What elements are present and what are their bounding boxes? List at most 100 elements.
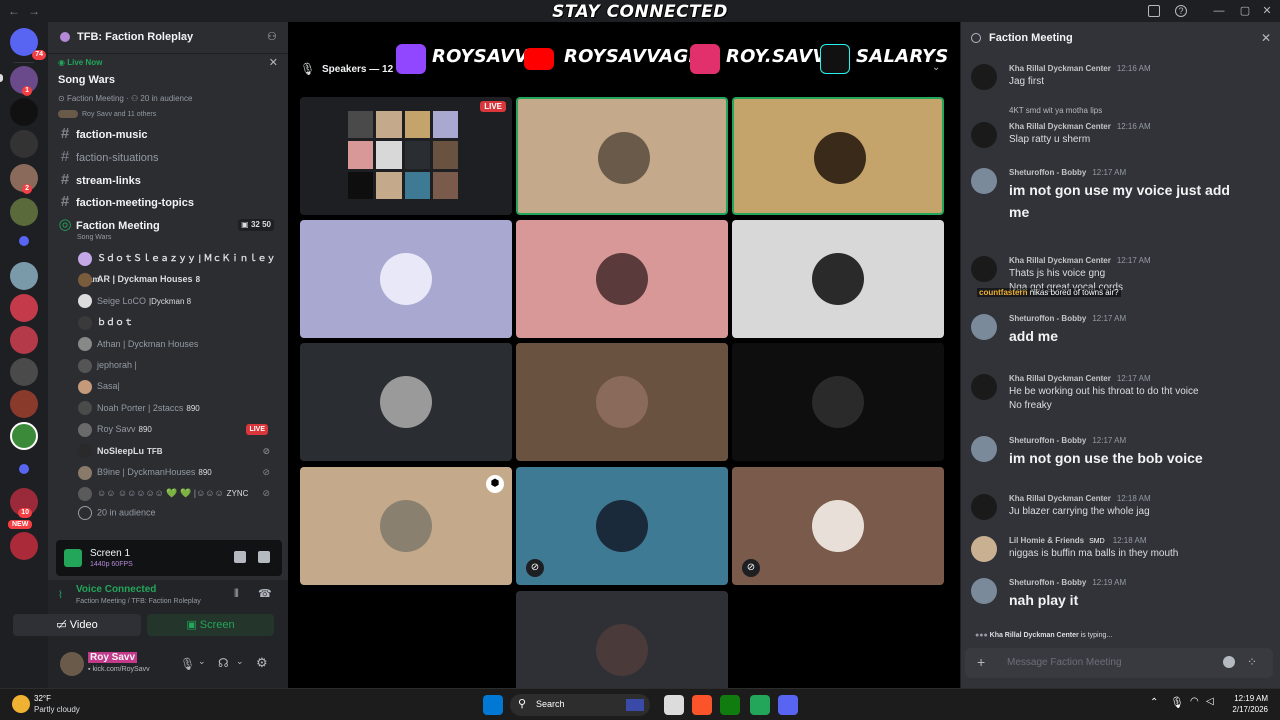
voice-member[interactable]: B9ine | DyckmanHouses 890 ⊘ [78,462,278,483]
voice-member[interactable]: Seige LoCO |Dyckman 8 [78,291,278,312]
voice-member[interactable]: AR | Dyckman Houses 8 [78,269,278,290]
author-name[interactable]: Sheturoffon - Bobby [1009,436,1086,445]
voice-status[interactable]: Voice Connected [76,584,156,595]
author-name[interactable]: Kha Rillal Dyckman Center [1009,64,1111,73]
microphone-icon[interactable]: 🎙 [1170,696,1184,709]
channel-faction-music[interactable]: # faction-music [56,124,280,144]
voice-member[interactable]: NoSleepLu TFB ⊘ [78,441,278,462]
channel-faction-situations[interactable]: # faction-situations [56,147,280,167]
audience-count[interactable]: 20 in audience [78,506,156,520]
voice-member[interactable]: ＳｄｏｔＳｌｅａｚｙｙ | ＭｃＫｉｎｌｅｙglam [78,248,278,284]
help-icon[interactable]: ? [1175,5,1187,17]
add-attachment-icon[interactable]: + [977,654,985,670]
xbox-icon[interactable] [720,695,740,715]
author-name[interactable]: Sheturoffon - Bobby [1009,578,1086,587]
popout-icon[interactable] [258,551,270,563]
clock-date[interactable]: 2/17/2026 [1222,705,1268,714]
voice-member[interactable]: ☺☺ ☺☺☺☺☺ 💚 💚 |☺☺☺ ZYNC ⊘ [78,483,278,504]
server-icon[interactable] [10,294,38,322]
close-icon[interactable]: ✕ [269,56,278,69]
voice-channel-faction-meeting[interactable]: ◎ Faction Meeting ▣ 32 50 [56,215,280,235]
server-icon[interactable]: 2 [10,164,38,194]
stop-stream-icon[interactable] [234,551,246,563]
speaker-tile[interactable]: ⊘ [732,467,944,585]
inbox-icon[interactable] [1148,5,1160,17]
reply-preview[interactable]: 4KT smd wit ya motha lips [1009,106,1102,115]
avatar[interactable] [971,314,997,340]
server-icon[interactable] [10,262,38,290]
avatar[interactable] [971,494,997,520]
server-icon[interactable] [10,358,38,386]
speaker-tile[interactable] [300,343,512,461]
weather-icon[interactable] [12,695,30,713]
author-name[interactable]: Lil Homie & Friends [1009,536,1084,545]
video-button[interactable]: ▭̸ Video [13,614,141,636]
server-icon[interactable]: 1 [10,66,38,96]
speaker-tile[interactable] [516,343,728,461]
back-arrow-icon[interactable]: ← [8,4,20,18]
message-input[interactable]: Message Faction Meeting [1007,657,1122,668]
avatar[interactable] [60,652,84,676]
author-name[interactable]: Sheturoffon - Bobby [1009,168,1086,177]
disconnect-icon[interactable]: ☎ [258,587,272,600]
server-icon[interactable] [10,198,38,226]
server-header[interactable]: TFB: Faction Roleplay ⌄ ⚇ [48,22,288,54]
avatar[interactable] [971,436,997,462]
voice-member[interactable]: ｂｄｏｔ [78,312,278,333]
speaker-tile[interactable] [732,97,944,215]
speaker-tile[interactable]: ⬢ [300,467,512,585]
speaker-tile[interactable] [516,220,728,338]
avatar[interactable] [971,374,997,400]
discord-icon[interactable] [778,695,798,715]
brave-browser-icon[interactable] [692,695,712,715]
message-input-box[interactable]: + Message Faction Meeting ⁘ [965,648,1273,678]
voice-member[interactable]: Sasa| [78,376,278,397]
add-member-icon[interactable]: ⚇ [267,30,277,43]
voice-member[interactable]: Noah Porter | 2staccs 890 [78,398,278,419]
volume-icon[interactable]: ◁ [1206,696,1214,707]
microphone-icon[interactable]: 🎙 [180,657,195,671]
server-icon[interactable] [10,390,38,418]
channel-stream-links[interactable]: # stream-links [56,170,280,190]
screen-share-button[interactable]: ▣ Screen [147,614,274,636]
voice-member[interactable]: Roy Savv 890 LIVE [78,419,278,440]
tray-chevron-icon[interactable]: ⌃ [1150,697,1158,708]
server-icon[interactable] [10,326,38,354]
avatar[interactable] [971,536,997,562]
minimize-icon[interactable]: — [1211,3,1227,19]
avatar[interactable] [971,168,997,194]
discord-home-icon[interactable]: 74 [10,28,46,60]
speaker-tile[interactable] [732,220,944,338]
speaker-tile[interactable]: ⊘ [516,467,728,585]
settings-gear-icon[interactable]: ⚙ [256,655,268,671]
avatar[interactable] [971,64,997,90]
file-explorer-icon[interactable] [664,695,684,715]
voice-member[interactable]: jephorah | [78,355,278,376]
speaker-tile[interactable] [300,220,512,338]
emoji-icon[interactable] [1223,656,1235,668]
close-icon[interactable]: ✕ [1261,22,1271,54]
chevron-down-icon[interactable]: ⌄ [236,656,244,667]
server-icon[interactable]: 10 [10,488,38,518]
author-name[interactable]: Kha Rillal Dyckman Center [1009,122,1111,131]
taskbar-search[interactable]: ⚲ Search [510,694,650,716]
server-icon[interactable] [10,130,38,158]
server-icon[interactable] [10,98,38,126]
headphones-icon[interactable]: ☊ [218,656,229,670]
noise-suppression-icon[interactable]: ⦀ [234,588,239,601]
server-icon[interactable] [10,422,38,450]
close-window-icon[interactable]: ✕ [1259,3,1275,19]
author-name[interactable]: Kha Rillal Dyckman Center [1009,374,1111,383]
chevron-down-icon[interactable]: ⌄ [198,656,206,667]
folder-icon[interactable] [19,236,29,246]
wifi-icon[interactable]: ◠ [1190,696,1199,707]
app-icon[interactable] [750,695,770,715]
apps-icon[interactable]: ⁘ [1247,655,1257,669]
screen-share-tile[interactable]: LIVE [300,97,512,215]
live-now-card[interactable]: ◉ Live Now ✕ Song Wars ⊙ Faction Meeting… [56,56,282,120]
avatar[interactable] [971,122,997,148]
clock-time[interactable]: 12:19 AM [1230,694,1268,703]
windows-start-icon[interactable] [483,695,503,715]
folder-icon[interactable] [19,464,29,474]
author-name[interactable]: Sheturoffon - Bobby [1009,314,1086,323]
